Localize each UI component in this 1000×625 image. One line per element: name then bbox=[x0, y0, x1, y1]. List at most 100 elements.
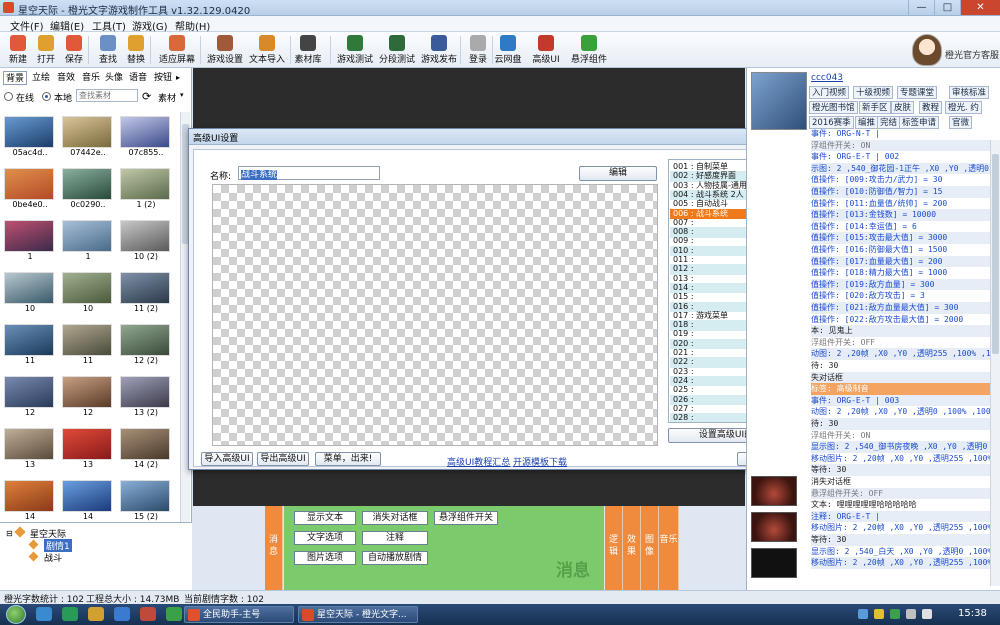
image-tab[interactable]: 图像 bbox=[641, 506, 659, 590]
script-line[interactable]: 浮组件开关: OFF bbox=[811, 337, 991, 349]
script-line[interactable]: 值操作: [021:敌方血量最大值] = 300 bbox=[811, 302, 991, 314]
script-line[interactable]: 悬浮组件开关: OFF bbox=[811, 487, 991, 500]
asset-thumbnail[interactable]: 14 bbox=[4, 480, 56, 522]
menu-edit[interactable]: 编辑(E) bbox=[50, 18, 84, 33]
script-line[interactable]: 标签: 高级制音 bbox=[811, 383, 991, 395]
import-ui-button[interactable]: 导入高级UI bbox=[201, 452, 253, 466]
tutorial-link[interactable]: 高级UI教程汇总 bbox=[447, 455, 510, 468]
script-line[interactable]: 值操作: [019:敌方血量] = 300 bbox=[811, 278, 991, 291]
menu-game[interactable]: 游戏(G) bbox=[132, 18, 168, 33]
asset-thumbnail[interactable]: 12 bbox=[4, 376, 56, 418]
community-link[interactable]: 皮肤 bbox=[891, 101, 915, 114]
tree-collapse-icon[interactable]: ⊟ bbox=[6, 529, 13, 538]
explorer-icon[interactable] bbox=[88, 607, 104, 621]
name-input[interactable]: 战斗系统 bbox=[238, 166, 380, 180]
script-line[interactable]: 值操作: [011:血量值/统帅] = 200 bbox=[811, 198, 991, 210]
script-line[interactable]: 移动图片: 2 ,20帧 ,X0 ,Y0 ,透明255 ,100% ,100% bbox=[811, 522, 991, 534]
script-line[interactable]: 值操作: [013:金钱数] = 10000 bbox=[811, 209, 991, 221]
toolbar-button-game-settings[interactable]: 游戏设置 bbox=[204, 34, 246, 66]
asset-thumbnail[interactable]: 13 bbox=[62, 428, 114, 470]
asset-thumbnail[interactable]: 10 bbox=[4, 272, 56, 314]
asset-thumbnail[interactable]: 11 bbox=[4, 324, 56, 366]
hide-dialog-button[interactable]: 消失对话框 bbox=[362, 511, 428, 525]
autoplay-button[interactable]: 自动播放剧情 bbox=[362, 551, 428, 565]
text-option-button[interactable]: 文字选项 bbox=[294, 531, 356, 545]
script-line[interactable]: 移动图片: 2 ,20帧 ,X0 ,Y0 ,透明255 ,100% ,100 bbox=[811, 453, 991, 465]
script-line[interactable]: 值操作: [015:攻击最大值] = 3000 bbox=[811, 232, 991, 244]
menu-file[interactable]: 文件(F) bbox=[10, 18, 44, 33]
effect-tab[interactable]: 效果 bbox=[623, 506, 641, 590]
script-line[interactable]: 值操作: [014:幸运值] = 6 bbox=[811, 221, 991, 233]
asset-thumbnail[interactable]: 12 bbox=[62, 376, 114, 418]
task-assistant[interactable]: 全民助手-主号 bbox=[184, 606, 294, 623]
asset-search-input[interactable] bbox=[76, 89, 138, 102]
script-line[interactable]: 动图: 2 ,20帧 ,X0 ,Y0 ,透明255 ,100% ,100 bbox=[811, 348, 991, 360]
asset-thumbnail[interactable]: 14 (2) bbox=[120, 428, 172, 470]
mascot-avatar[interactable] bbox=[912, 34, 942, 66]
script-line[interactable]: 事件: ORG-E-T | 002 bbox=[811, 151, 991, 163]
logic-tab[interactable]: 逻辑 bbox=[605, 506, 623, 590]
asset-thumbnail[interactable]: 15 (2) bbox=[120, 480, 172, 522]
tab-voice[interactable]: 语音 bbox=[127, 71, 149, 85]
script-line[interactable]: 示图: 2 ,540_御花园-1正午 ,X0 ,Y0 ,透明0 ,1 bbox=[811, 162, 991, 175]
media-icon[interactable] bbox=[62, 607, 78, 621]
toolbar-button-find[interactable]: 查找 bbox=[94, 34, 122, 66]
script-line[interactable]: 消失对话框 bbox=[811, 476, 991, 488]
script-line[interactable]: 本: 见鬼上 bbox=[811, 325, 991, 337]
script-line[interactable]: 待: 30 bbox=[811, 360, 991, 372]
script-line[interactable]: 待: 30 bbox=[811, 418, 991, 430]
menu-tools[interactable]: 工具(T) bbox=[92, 18, 126, 33]
script-line[interactable]: 显示图: 2 ,540_白天 ,X0 ,Y0 ,透明0 ,100% ,100 bbox=[811, 546, 991, 558]
tab-button[interactable]: 按钮 bbox=[152, 71, 174, 85]
script-line[interactable]: 文本: 哩哩哩哩哩哈哈哈哈哈 bbox=[811, 499, 991, 511]
tab-sfx[interactable]: 音效 bbox=[55, 71, 77, 85]
player-icon[interactable] bbox=[140, 607, 156, 621]
volume-icon[interactable] bbox=[922, 609, 932, 619]
script-line[interactable]: 值操作: [022:敌方攻击最大值] = 2000 bbox=[811, 314, 991, 326]
ui-preview-canvas[interactable] bbox=[212, 184, 658, 446]
toolbar-button-replace[interactable]: 替换 bbox=[122, 34, 150, 66]
username-link[interactable]: ccc043 bbox=[811, 73, 843, 83]
tree-item-battle[interactable]: 战斗 bbox=[44, 551, 62, 564]
toolbar-button-game-publish[interactable]: 游戏发布 bbox=[418, 34, 460, 66]
float-widget-toggle-button[interactable]: 悬浮组件开关 bbox=[434, 511, 498, 525]
script-line[interactable]: 事件: ORG-N-T | bbox=[811, 128, 991, 140]
script-line[interactable]: 值操作: [018:精力最大值] = 1000 bbox=[811, 267, 991, 279]
asset-thumbnail[interactable]: 10 bbox=[62, 272, 114, 314]
start-button[interactable] bbox=[6, 605, 26, 624]
asset-thumbnail[interactable]: 0c0290.. bbox=[62, 168, 114, 210]
community-link[interactable]: 橙光. 约 bbox=[945, 101, 982, 114]
asset-menu[interactable]: 素材 bbox=[158, 91, 176, 104]
asset-thumbnail[interactable]: 0be4e0.. bbox=[4, 168, 56, 210]
asset-thumbnail[interactable]: 12 (2) bbox=[120, 324, 172, 366]
script-thumb-image[interactable] bbox=[751, 512, 797, 542]
toolbar-button-open-folder[interactable]: 打开 bbox=[32, 34, 60, 66]
asset-thumbnail[interactable]: 13 (2) bbox=[120, 376, 172, 418]
chat-icon[interactable] bbox=[114, 607, 130, 621]
network-icon[interactable] bbox=[906, 609, 916, 619]
script-line[interactable]: 注释: ORG-E-T | bbox=[811, 510, 991, 523]
script-line[interactable]: 值操作: [020:敌方攻击] = 3 bbox=[811, 290, 991, 302]
toolbar-button-cloud-drive[interactable]: 云网盘 bbox=[494, 34, 522, 66]
script-line[interactable]: 浮组件开关: ON bbox=[811, 139, 991, 152]
toolbar-button-new-file[interactable]: 新建 bbox=[4, 34, 32, 66]
export-ui-button[interactable]: 导出高级UI bbox=[257, 452, 309, 466]
asset-thumbnail[interactable]: 11 bbox=[62, 324, 114, 366]
tab-music[interactable]: 音乐 bbox=[80, 71, 102, 85]
script-line[interactable]: 浮组件开关: ON bbox=[811, 430, 991, 442]
toolbar-button-save[interactable]: 保存 bbox=[60, 34, 88, 66]
tray-icon[interactable] bbox=[858, 609, 868, 619]
script-line[interactable]: 等待: 30 bbox=[811, 534, 991, 546]
script-thumb-image[interactable] bbox=[751, 476, 797, 506]
asset-thumbnail[interactable]: 14 bbox=[62, 480, 114, 522]
community-link[interactable]: 入门视频 bbox=[809, 86, 850, 99]
toolbar-button-login[interactable]: 登录 bbox=[464, 34, 492, 66]
task-editor[interactable]: 星空天际 - 橙光文字... bbox=[298, 606, 418, 623]
script-line[interactable]: 值操作: [017:血量最大值] = 200 bbox=[811, 255, 991, 268]
script-line[interactable]: 值操作: [016:防御最大值] = 1500 bbox=[811, 244, 991, 256]
toolbar-button-asset-library[interactable]: 素材库 bbox=[294, 34, 322, 66]
community-link[interactable]: 新手区 bbox=[859, 101, 891, 114]
community-link[interactable]: 十级视频 bbox=[853, 86, 894, 99]
script-line[interactable]: 显示图: 2 ,540_御书房夜晚 ,X0 ,Y0 ,透明0 ,100 bbox=[811, 441, 991, 453]
radio-online[interactable] bbox=[4, 92, 13, 101]
